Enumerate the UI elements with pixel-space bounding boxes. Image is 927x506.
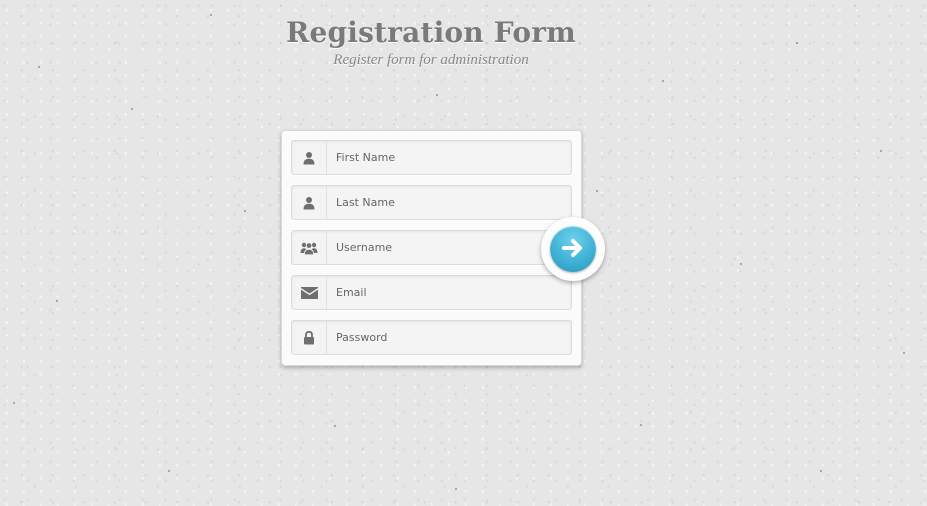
page-title: Registration Form (285, 16, 577, 49)
submit-button-ring (541, 217, 605, 281)
texture-speck (334, 425, 336, 427)
texture-speck (436, 94, 438, 96)
last-name-field (291, 185, 572, 220)
texture-speck (640, 424, 642, 426)
page-subtitle: Register form for administration (333, 52, 529, 68)
user-icon (292, 141, 327, 174)
submit-button[interactable] (550, 226, 596, 272)
last-name-input[interactable] (328, 186, 572, 219)
texture-speck (662, 80, 664, 82)
users-icon (292, 231, 327, 264)
texture-speck (56, 300, 58, 302)
texture-speck (903, 352, 905, 354)
texture-speck (740, 263, 742, 265)
email-input[interactable] (328, 276, 572, 309)
password-field (291, 320, 572, 355)
registration-form (281, 130, 582, 366)
texture-speck (131, 108, 133, 110)
texture-speck (455, 488, 457, 490)
lock-icon (292, 321, 327, 354)
arrow-right-icon (562, 238, 584, 261)
texture-speck (168, 470, 170, 472)
password-input[interactable] (328, 321, 572, 354)
texture-speck (820, 470, 822, 472)
texture-speck (13, 402, 15, 404)
username-input[interactable] (328, 231, 572, 264)
username-field (291, 230, 572, 265)
texture-speck (596, 190, 598, 192)
user-icon (292, 186, 327, 219)
email-field (291, 275, 572, 310)
texture-speck (244, 210, 246, 212)
first-name-field (291, 140, 572, 175)
envelope-icon (292, 276, 327, 309)
texture-speck (880, 150, 882, 152)
first-name-input[interactable] (328, 141, 572, 174)
